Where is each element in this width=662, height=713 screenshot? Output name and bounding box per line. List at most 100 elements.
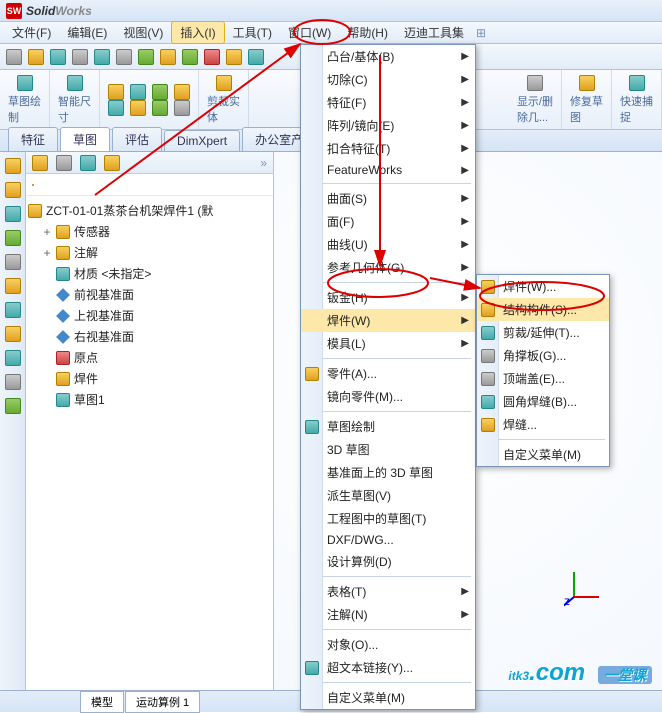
- sketch-icon[interactable]: [17, 75, 33, 91]
- rebuild-icon[interactable]: [94, 49, 110, 65]
- menu-file[interactable]: 文件(F): [4, 22, 59, 43]
- menu-item-annotation[interactable]: 注解(N)▶: [301, 603, 475, 626]
- vtool-icon-8[interactable]: [5, 326, 21, 342]
- polygon-icon[interactable]: [152, 100, 168, 116]
- menu-item-mirrorpart[interactable]: 镜向零件(M)...: [301, 385, 475, 408]
- menu-view[interactable]: 视图(V): [115, 22, 171, 43]
- btab-motion[interactable]: 运动算例 1: [125, 691, 200, 713]
- menu-midi-tools[interactable]: 迈迪工具集: [396, 22, 472, 43]
- menu-tools[interactable]: 工具(T): [225, 22, 280, 43]
- vtool-icon-6[interactable]: [5, 278, 21, 294]
- menu-item-curve[interactable]: 曲线(U)▶: [301, 233, 475, 256]
- repair-icon[interactable]: [579, 75, 595, 91]
- menu-item-surface[interactable]: 曲面(S)▶: [301, 187, 475, 210]
- submenu-weldment[interactable]: 焊件(W)...: [477, 275, 609, 298]
- menu-item-table[interactable]: 表格(T)▶: [301, 580, 475, 603]
- menu-item-cut[interactable]: 切除(C)▶: [301, 68, 475, 91]
- submenu-trimextend[interactable]: 剪裁/延伸(T)...: [477, 321, 609, 344]
- tree-tab-config-icon[interactable]: [56, 155, 72, 171]
- circle-icon[interactable]: [152, 84, 168, 100]
- menu-item-hyperlink[interactable]: 超文本链接(Y)...: [301, 656, 475, 679]
- new-file-icon[interactable]: [6, 49, 22, 65]
- point-icon[interactable]: [174, 100, 190, 116]
- btab-model[interactable]: 模型: [80, 691, 124, 713]
- trim-icon[interactable]: [216, 75, 232, 91]
- menu-item-dxf[interactable]: DXF/DWG...: [301, 530, 475, 550]
- submenu-fillet[interactable]: 圆角焊缝(B)...: [477, 390, 609, 413]
- tree-annotation[interactable]: +注解: [28, 242, 271, 263]
- snap-icon[interactable]: [629, 75, 645, 91]
- tree-right-plane[interactable]: 右视基准面: [28, 326, 271, 347]
- tree-sensor[interactable]: +传感器: [28, 221, 271, 242]
- print-icon[interactable]: [72, 49, 88, 65]
- submenu-gusset[interactable]: 角撑板(G)...: [477, 344, 609, 367]
- menu-item-refgeom[interactable]: 参考几何体(G)▶: [301, 256, 475, 279]
- submenu-bead[interactable]: 焊缝...: [477, 413, 609, 436]
- menu-item-part[interactable]: 零件(A)...: [301, 362, 475, 385]
- menu-item-weldment[interactable]: 焊件(W)▶: [301, 309, 475, 332]
- menu-item-object[interactable]: 对象(O)...: [301, 633, 475, 656]
- menu-item-feature[interactable]: 特征(F)▶: [301, 91, 475, 114]
- open-icon[interactable]: [28, 49, 44, 65]
- smart-dim-icon[interactable]: [67, 75, 83, 91]
- vtool-icon-1[interactable]: [5, 158, 21, 174]
- menu-item-boss[interactable]: 凸台/基体(B)▶: [301, 45, 475, 68]
- vtool-icon-4[interactable]: [5, 230, 21, 246]
- vtool-icon-10[interactable]: [5, 374, 21, 390]
- menu-item-face[interactable]: 面(F)▶: [301, 210, 475, 233]
- menu-item-sketch3donplane[interactable]: 基准面上的 3D 草图: [301, 461, 475, 484]
- vtool-icon-9[interactable]: [5, 350, 21, 366]
- menu-overflow-icon[interactable]: ⊞: [476, 26, 486, 40]
- vtool-icon-3[interactable]: [5, 206, 21, 222]
- menu-window[interactable]: 窗口(W): [280, 22, 339, 43]
- tree-weldment[interactable]: 焊件: [28, 368, 271, 389]
- tree-top-plane[interactable]: 上视基准面: [28, 305, 271, 326]
- grid-icon[interactable]: [226, 49, 242, 65]
- menu-item-mold[interactable]: 模具(L)▶: [301, 332, 475, 355]
- vtool-icon-2[interactable]: [5, 182, 21, 198]
- menu-item-pattern[interactable]: 阵列/镜向(E)▶: [301, 114, 475, 137]
- menu-item-sketchdraw[interactable]: 草图绘制: [301, 415, 475, 438]
- tree-front-plane[interactable]: 前视基准面: [28, 284, 271, 305]
- tree-sketch1[interactable]: 草图1: [28, 389, 271, 410]
- tree-tab-display-icon[interactable]: [80, 155, 96, 171]
- menu-help[interactable]: 帮助(H): [339, 22, 396, 43]
- tree-collapse-icon[interactable]: »: [260, 156, 267, 170]
- tree-root[interactable]: ZCT-01-01蒸茶台机架焊件1 (默: [28, 200, 271, 221]
- submenu-endcap[interactable]: 顶端盖(E)...: [477, 367, 609, 390]
- menu-item-customize[interactable]: 自定义菜单(M): [301, 686, 475, 709]
- menu-item-sheetmetal[interactable]: 钣金(H)▶: [301, 286, 475, 309]
- record-icon[interactable]: [204, 49, 220, 65]
- vtool-icon-7[interactable]: [5, 302, 21, 318]
- submenu-customize[interactable]: 自定义菜单(M): [477, 443, 609, 466]
- measure-icon[interactable]: [248, 49, 264, 65]
- spline-icon[interactable]: [108, 100, 124, 116]
- tool-icon[interactable]: [160, 49, 176, 65]
- tree-tab-history-icon[interactable]: [104, 155, 120, 171]
- menu-item-featureworks[interactable]: FeatureWorks▶: [301, 160, 475, 180]
- slot-icon[interactable]: [130, 100, 146, 116]
- vtool-icon-11[interactable]: [5, 398, 21, 414]
- menu-item-fasten[interactable]: 扣合特征(T)▶: [301, 137, 475, 160]
- options-icon[interactable]: [116, 49, 132, 65]
- menu-item-designtable[interactable]: 设计算例(D): [301, 550, 475, 573]
- menu-insert[interactable]: 插入(I): [171, 21, 224, 44]
- arc-icon[interactable]: [174, 84, 190, 100]
- save-icon[interactable]: [50, 49, 66, 65]
- menu-item-sketch3d[interactable]: 3D 草图: [301, 438, 475, 461]
- menu-item-derivesketch[interactable]: 派生草图(V): [301, 484, 475, 507]
- menu-edit[interactable]: 编辑(E): [59, 22, 115, 43]
- section-icon[interactable]: [182, 49, 198, 65]
- line-icon[interactable]: [108, 84, 124, 100]
- menu-item-sketchindrawing[interactable]: 工程图中的草图(T): [301, 507, 475, 530]
- vtool-icon-5[interactable]: [5, 254, 21, 270]
- tree-material[interactable]: 材质 <未指定>: [28, 263, 271, 284]
- appearance-icon[interactable]: [138, 49, 154, 65]
- rect-icon[interactable]: [130, 84, 146, 100]
- tree-tab-feature-icon[interactable]: [32, 155, 48, 171]
- tab-dimxpert[interactable]: DimXpert: [164, 130, 240, 151]
- tree-origin[interactable]: 原点: [28, 347, 271, 368]
- filter-icon[interactable]: [32, 184, 34, 186]
- display-icon[interactable]: [527, 75, 543, 91]
- tab-feature[interactable]: 特征: [8, 127, 58, 151]
